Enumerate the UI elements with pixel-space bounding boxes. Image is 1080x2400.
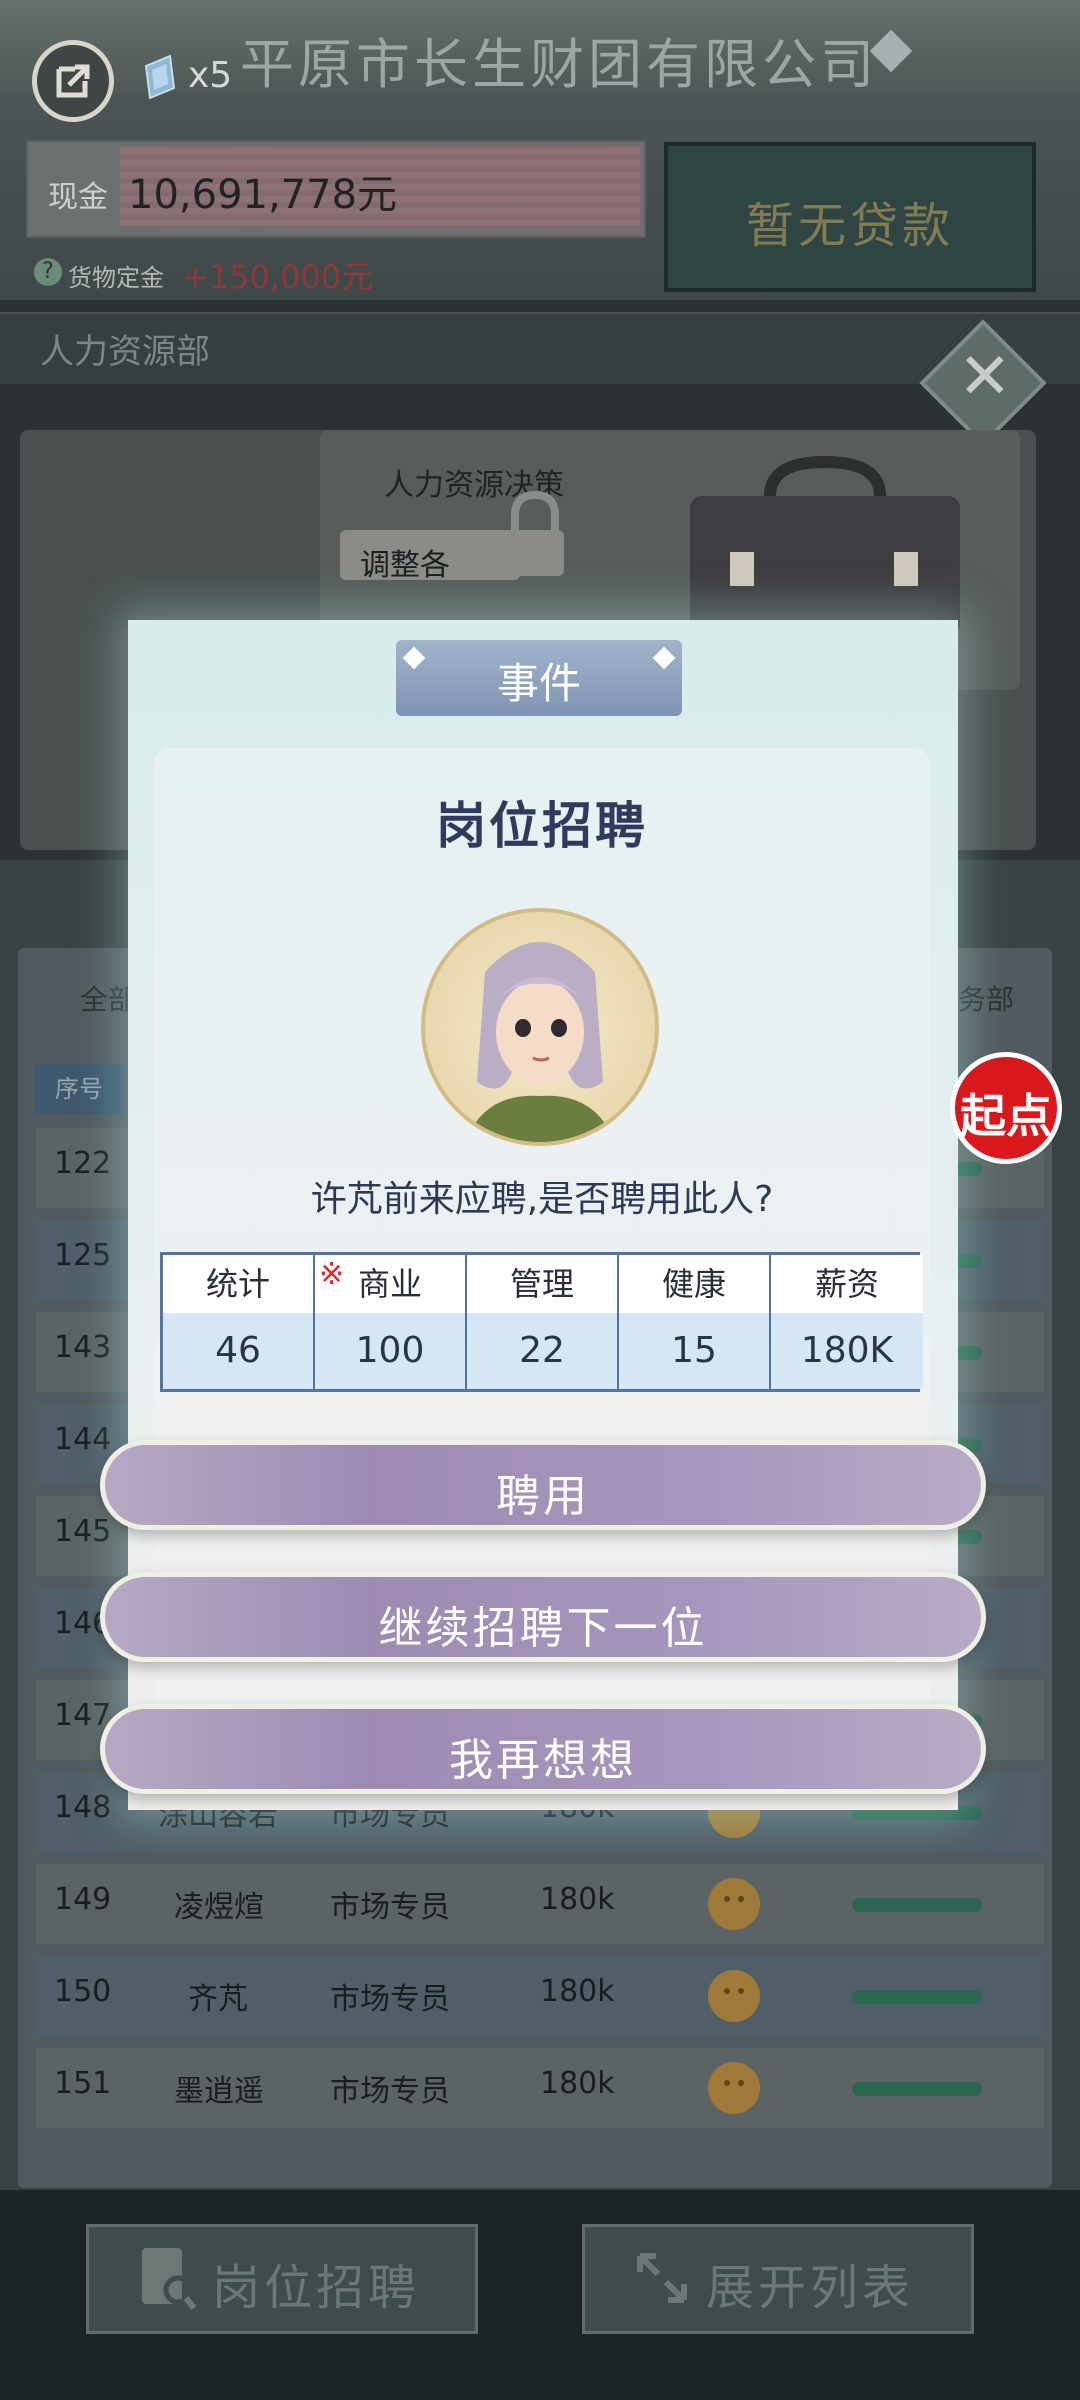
row-id: 150 — [54, 1974, 112, 2009]
stat-label: 健康 — [619, 1255, 769, 1313]
row-name: 墨逍遥 — [174, 2074, 264, 2109]
stat-value: 180K — [771, 1313, 923, 1389]
row-role: 市场专员 — [330, 1890, 450, 1925]
table-row[interactable]: 150 齐芃 市场专员 180k — [36, 1956, 1044, 2036]
candidate-stats-table: 统计 46 商业 ※ 100 管理 22 健康 15 薪资 180K — [160, 1252, 923, 1392]
event-tag-label: 事件 — [496, 659, 581, 708]
mood-icon — [708, 2062, 760, 2114]
adjust-button-label[interactable]: 调整各 — [360, 540, 450, 584]
close-icon[interactable]: ✕ — [958, 340, 1012, 414]
status-bar — [852, 1990, 982, 2004]
stat-column-statistics: 统计 46 — [163, 1255, 315, 1389]
row-id: 148 — [54, 1790, 112, 1825]
cash-value: 10,691,778元 — [128, 172, 398, 218]
stat-column-management: 管理 22 — [467, 1255, 619, 1389]
help-icon[interactable]: ? — [34, 258, 62, 286]
stat-label: 管理 — [467, 1255, 617, 1313]
expand-list-button-label[interactable]: 展开列表 — [706, 2248, 914, 2318]
loan-button-label[interactable]: 暂无贷款 — [664, 186, 1036, 256]
status-bar — [852, 1898, 982, 1912]
row-id: 125 — [54, 1238, 112, 1273]
gem-count: x5 — [188, 55, 233, 96]
row-role: 市场专员 — [330, 1982, 450, 2017]
think-again-button-label[interactable]: 我再想想 — [100, 1724, 986, 1788]
hire-question: 许芃前来应聘,是否聘用此人? — [310, 1179, 774, 1220]
row-id: 122 — [54, 1146, 112, 1181]
filter-tab-dept[interactable]: 务部 — [958, 978, 1014, 1018]
next-candidate-button-label[interactable]: 继续招聘下一位 — [100, 1592, 986, 1656]
recruit-icon — [138, 2244, 198, 2316]
recruit-button-label[interactable]: 岗位招聘 — [212, 2248, 420, 2318]
lock-icon — [500, 490, 570, 584]
row-name: 齐芃 — [188, 1982, 248, 2017]
stat-column-salary: 薪资 180K — [771, 1255, 923, 1389]
stat-value: 22 — [467, 1313, 617, 1389]
stat-value: 100 — [315, 1313, 465, 1389]
candidate-avatar — [421, 908, 659, 1146]
row-name: 凌煜煊 — [174, 1890, 264, 1925]
row-salary: 180k — [540, 2066, 615, 2101]
expand-icon — [636, 2252, 688, 2308]
gem-icon — [140, 52, 180, 106]
column-header-index: 序号 — [34, 1064, 124, 1114]
status-bar — [852, 2082, 982, 2096]
deposit-value: +150,000元 — [182, 258, 374, 296]
mood-icon — [708, 1878, 760, 1930]
modal-title: 岗位招聘 — [436, 797, 648, 855]
mood-icon — [708, 1970, 760, 2022]
row-id: 143 — [54, 1330, 112, 1365]
row-salary: 180k — [540, 1974, 615, 2009]
deposit-label: 货物定金 — [68, 264, 164, 292]
company-name: 平原市长生财团有限公司 — [240, 33, 878, 96]
exit-button[interactable] — [32, 40, 114, 122]
qidian-label[interactable]: 起点 — [950, 1080, 1062, 1146]
highlight-mark: ※ — [319, 1257, 345, 1292]
row-id: 151 — [54, 2066, 112, 2101]
stat-column-health: 健康 15 — [619, 1255, 771, 1389]
row-role: 市场专员 — [330, 2074, 450, 2109]
exit-icon — [56, 64, 90, 98]
row-id: 149 — [54, 1882, 112, 1917]
stat-label: 统计 — [163, 1255, 313, 1313]
row-id: 144 — [54, 1422, 112, 1457]
row-salary: 180k — [540, 1882, 615, 1917]
stat-label: 薪资 — [771, 1255, 923, 1313]
department-title: 人力资源部 — [40, 332, 210, 372]
stat-value: 46 — [163, 1313, 313, 1389]
stat-column-business: 商业 ※ 100 — [315, 1255, 467, 1389]
cash-label: 现金 — [48, 180, 108, 215]
table-row[interactable]: 149 凌煜煊 市场专员 180k — [36, 1864, 1044, 1944]
stat-value: 15 — [619, 1313, 769, 1389]
hire-button-label[interactable]: 聘用 — [100, 1460, 986, 1524]
table-row[interactable]: 151 墨逍遥 市场专员 180k — [36, 2048, 1044, 2128]
